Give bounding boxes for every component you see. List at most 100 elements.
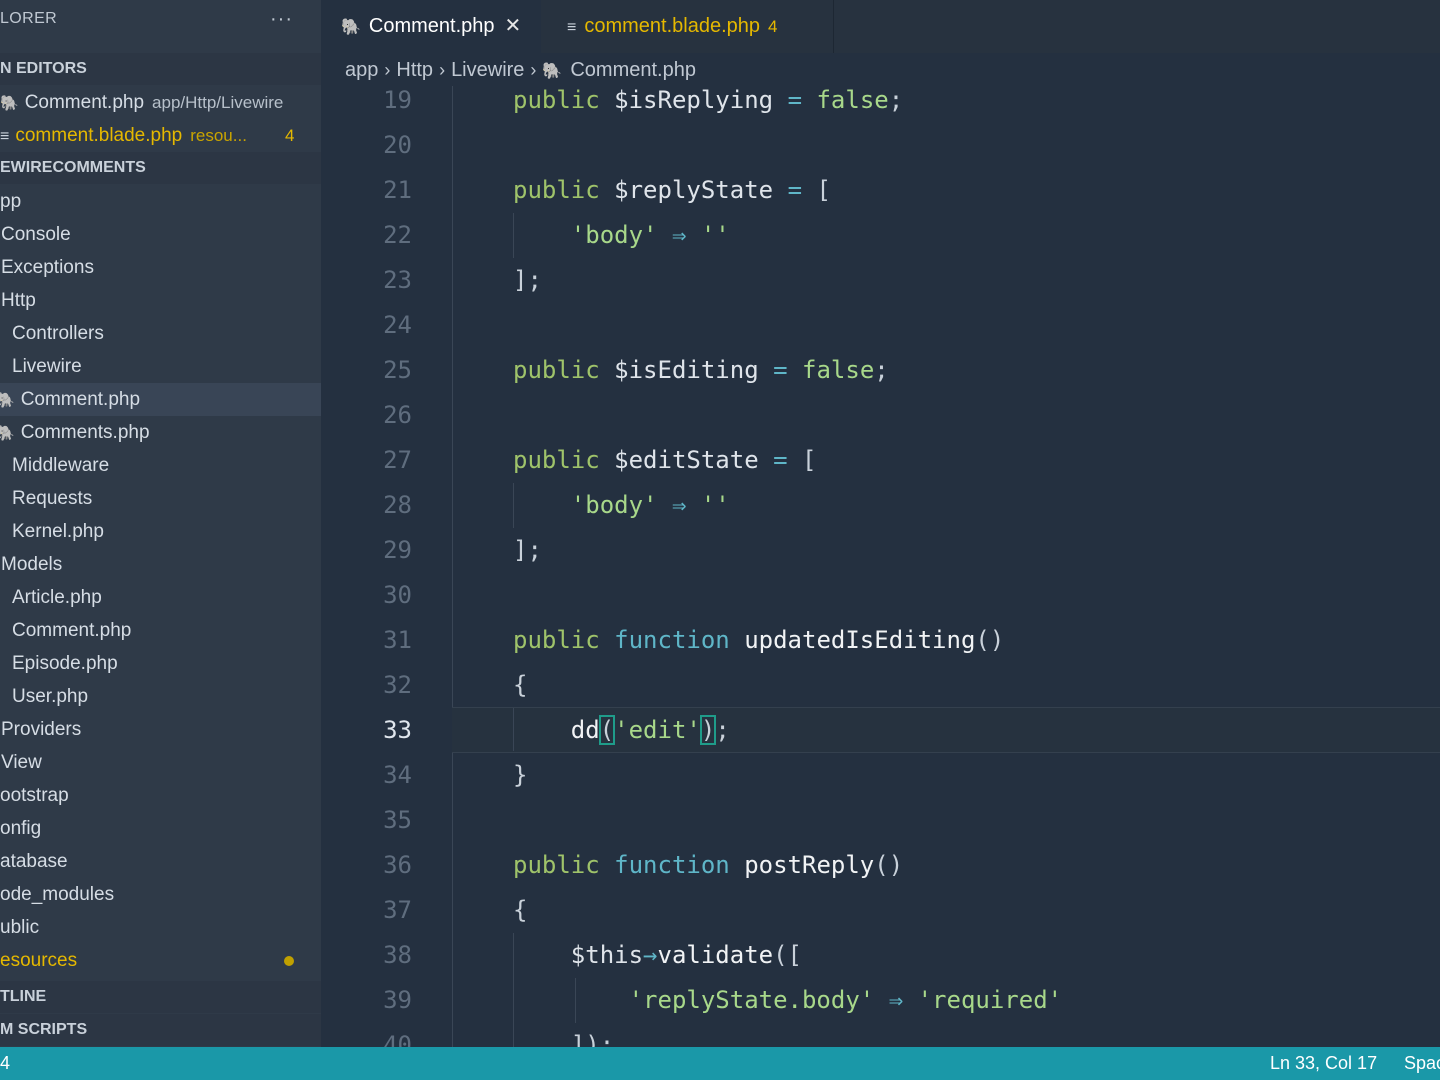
code-editor[interactable]: 19 20 21 22 23 24 25 26 27 28 29 30 31 3… [321,86,1440,1047]
tree-item[interactable]: ublic [0,911,321,944]
line-number: 31 [383,626,412,654]
line-number: 23 [383,266,412,294]
tree-item[interactable]: Providers [0,713,321,746]
code-line: ]); [570,1031,615,1047]
line-number-current: 33 [383,716,412,744]
tree-item[interactable]: Comment.php [0,614,321,647]
code-line: ]; [513,266,542,294]
line-number: 19 [383,86,412,114]
php-elephant-icon: 🐘 [0,425,15,442]
file-lines-icon: ≡ [0,128,10,145]
tree-item-modified[interactable]: esources [0,944,321,977]
code-line: public $editState = [ [513,446,817,474]
tab-bar: 🐘 Comment.php ✕ ≡ comment.blade.php 4 [321,0,1440,53]
code-line: public $isEditing = false; [513,356,889,384]
code-line: 'body' ⇒ '' [570,491,730,519]
tree-item[interactable]: User.php [0,680,321,713]
indent-guide [452,86,453,1047]
code-line: 'replyState.body' ⇒ 'required' [628,986,1063,1014]
line-number: 38 [383,941,412,969]
open-editor-item-comment-blade[interactable]: ≡ comment.blade.php resou... 4 [0,119,321,152]
tree-item[interactable]: Episode.php [0,647,321,680]
tree-item[interactable]: Controllers [0,317,321,350]
tree-item[interactable]: Requests [0,482,321,515]
tree-item[interactable]: View [0,746,321,779]
problems-badge: 4 [768,17,778,36]
code-line: { [513,671,528,699]
chevron-right-icon: › [439,60,446,80]
tab-comment-php[interactable]: 🐘 Comment.php ✕ [321,0,541,53]
code-line: public $isReplying = false; [513,86,904,114]
open-editors-header[interactable]: N EDITORS [0,53,321,85]
line-number: 36 [383,851,412,879]
php-elephant-icon: 🐘 [542,63,563,80]
line-number: 21 [383,176,412,204]
breadcrumb: app › Http › Livewire › 🐘 Comment.php [345,56,696,84]
line-number: 35 [383,806,412,834]
code-line-current: dd('edit'); [570,715,730,745]
line-number: 28 [383,491,412,519]
line-number: 34 [383,761,412,789]
tree-item[interactable]: Http [0,284,321,317]
outline-header[interactable]: TLINE [0,981,321,1013]
tree-item[interactable]: Middleware [0,449,321,482]
breadcrumb-livewire[interactable]: Livewire [451,59,524,81]
code-line: public $replyState = [ [513,176,831,204]
tree-item[interactable]: onfig [0,812,321,845]
bracket-match-close: ) [699,715,717,745]
open-editor-item-comment-php[interactable]: 🐘 Comment.php app/Http/Livewire [0,86,321,119]
line-number: 40 [383,1031,412,1047]
tree-item-selected[interactable]: 🐘 Comment.php [0,383,321,416]
line-number: 25 [383,356,412,384]
tree-item[interactable]: Models [0,548,321,581]
line-number: 26 [383,401,412,429]
breadcrumb-http[interactable]: Http [396,59,433,81]
npm-scripts-header[interactable]: M SCRIPTS [0,1014,321,1046]
project-header[interactable]: EWIRECOMMENTS [0,152,321,184]
tree-item[interactable]: 🐘 Comments.php [0,416,321,449]
tree-item[interactable]: Kernel.php [0,515,321,548]
indentation-setting[interactable]: Spac [1404,1047,1440,1080]
tree-item[interactable]: Exceptions [0,251,321,284]
explorer-sidebar: LORER ··· N EDITORS 🐘 Comment.php app/Http… [0,0,321,1047]
php-elephant-icon: 🐘 [0,392,15,409]
line-number: 37 [383,896,412,924]
bracket-match-open: ( [598,715,616,745]
file-lines-icon: ≡ [567,19,577,36]
code-line: $this→validate([ [570,941,802,969]
tree-item[interactable]: ootstrap [0,779,321,812]
code-line: ]; [513,536,542,564]
chevron-right-icon: › [384,60,391,80]
close-icon[interactable]: ✕ [505,0,522,53]
tree-item[interactable]: pp [0,185,321,218]
line-number: 27 [383,446,412,474]
tree-item[interactable]: ode_modules [0,878,321,911]
breadcrumb-app[interactable]: app [345,59,378,81]
chevron-right-icon: › [530,60,537,80]
line-number: 30 [383,581,412,609]
code-line: public function updatedIsEditing() [513,626,1005,654]
problems-badge: 4 [285,126,295,145]
code-line: 'body' ⇒ '' [570,221,730,249]
tree-item[interactable]: Livewire [0,350,321,383]
line-number: 39 [383,986,412,1014]
tab-comment-blade-php[interactable]: ≡ comment.blade.php 4 [541,0,834,53]
php-elephant-icon: 🐘 [0,95,19,112]
code-line: public function postReply() [513,851,904,879]
line-number: 22 [383,221,412,249]
tree-item[interactable]: Article.php [0,581,321,614]
breadcrumb-file[interactable]: Comment.php [570,59,696,81]
tree-item[interactable]: Console [0,218,321,251]
line-number: 29 [383,536,412,564]
cursor-position[interactable]: Ln 33, Col 17 [1270,1047,1377,1080]
modified-dot-icon [284,956,294,966]
tree-item[interactable]: atabase [0,845,321,878]
line-number: 20 [383,131,412,159]
line-number: 32 [383,671,412,699]
explorer-title: LORER [0,10,58,27]
code-line: { [513,896,528,924]
code-line: } [513,761,528,789]
more-actions-icon[interactable]: ··· [270,8,293,31]
line-number: 24 [383,311,412,339]
status-problems-count[interactable]: 4 [0,1047,10,1080]
